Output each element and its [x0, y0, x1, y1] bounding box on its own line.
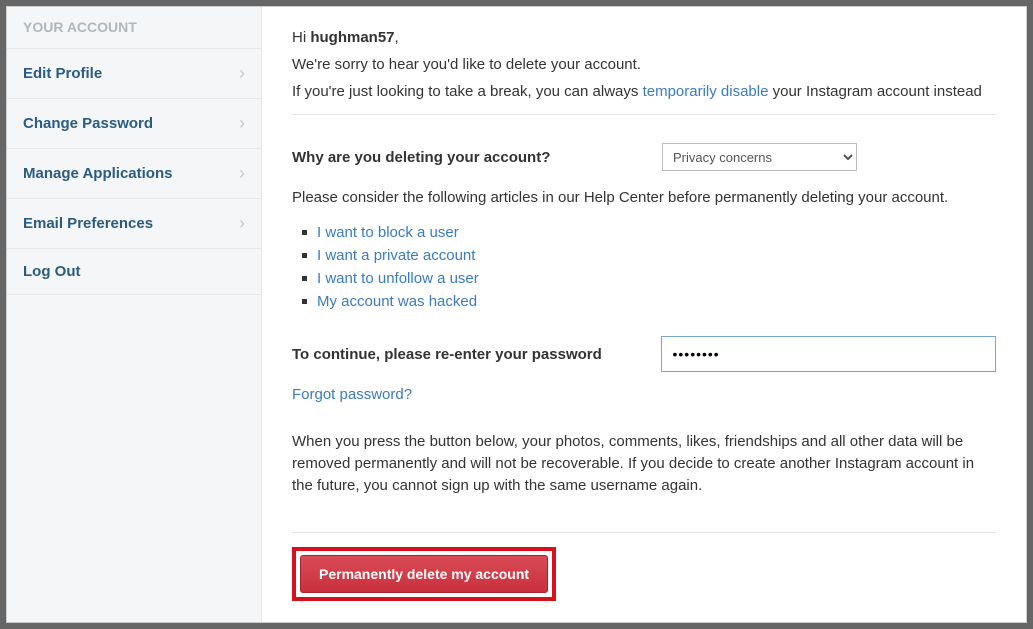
warning-text: When you press the button below, your ph… [292, 431, 996, 496]
sidebar-item-label: Email Preferences [23, 215, 153, 232]
reason-row: Why are you deleting your account? Priva… [292, 143, 996, 171]
sidebar-item-edit-profile[interactable]: Edit Profile › [7, 48, 261, 99]
help-articles-list: I want to block a user I want a private … [302, 224, 996, 310]
reason-select[interactable]: Privacy concerns [662, 143, 857, 171]
sidebar: YOUR ACCOUNT Edit Profile › Change Passw… [7, 7, 262, 622]
sidebar-item-email-preferences[interactable]: Email Preferences › [7, 198, 261, 249]
account-delete-window: YOUR ACCOUNT Edit Profile › Change Passw… [6, 6, 1027, 623]
sidebar-item-manage-applications[interactable]: Manage Applications › [7, 148, 261, 199]
article-link-account-hacked[interactable]: My account was hacked [302, 293, 996, 310]
password-row: To continue, please re-enter your passwo… [292, 336, 996, 372]
divider [292, 532, 996, 533]
username: hughman57 [310, 29, 394, 46]
sidebar-title: YOUR ACCOUNT [7, 7, 261, 49]
break-text: If you're just looking to take a break, … [292, 83, 996, 100]
sidebar-item-log-out[interactable]: Log Out [7, 248, 261, 295]
forgot-password-link[interactable]: Forgot password? [292, 386, 412, 403]
password-input[interactable] [661, 336, 996, 372]
chevron-right-icon: › [239, 163, 245, 184]
permanently-delete-button[interactable]: Permanently delete my account [300, 555, 548, 593]
sidebar-item-label: Edit Profile [23, 65, 102, 82]
main-content: Hi hughman57, We're sorry to hear you'd … [262, 7, 1026, 622]
password-label: To continue, please re-enter your passwo… [292, 346, 621, 363]
help-center-note: Please consider the following articles i… [292, 189, 996, 206]
article-link-private-account[interactable]: I want a private account [302, 247, 996, 264]
sidebar-item-label: Log Out [23, 263, 80, 280]
reason-label: Why are you deleting your account? [292, 149, 622, 166]
chevron-right-icon: › [239, 213, 245, 234]
article-link-block-user[interactable]: I want to block a user [302, 224, 996, 241]
divider [292, 114, 996, 115]
sidebar-item-change-password[interactable]: Change Password › [7, 98, 261, 149]
temporarily-disable-link[interactable]: temporarily disable [643, 83, 769, 100]
greeting: Hi hughman57, [292, 29, 996, 46]
chevron-right-icon: › [239, 113, 245, 134]
article-link-unfollow-user[interactable]: I want to unfollow a user [302, 270, 996, 287]
chevron-right-icon: › [239, 63, 245, 84]
delete-button-highlight: Permanently delete my account [292, 547, 556, 601]
sorry-text: We're sorry to hear you'd like to delete… [292, 56, 996, 73]
sidebar-item-label: Change Password [23, 115, 153, 132]
sidebar-item-label: Manage Applications [23, 165, 172, 182]
